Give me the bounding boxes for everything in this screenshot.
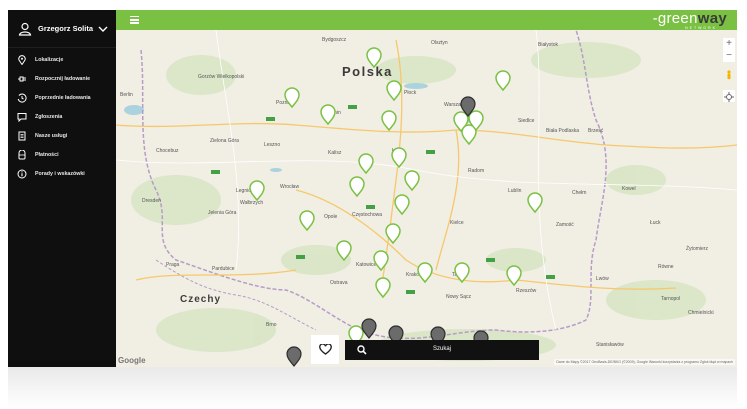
sidebar-item-services[interactable]: Nasze usługi [8, 126, 116, 145]
sidebar-item-label: Lokalizacje [35, 56, 64, 63]
station-marker[interactable] [417, 262, 433, 283]
search-bar[interactable]: Szukaj [345, 340, 539, 360]
chevron-down-icon[interactable] [98, 24, 108, 34]
station-marker[interactable] [249, 180, 265, 201]
station-marker[interactable] [404, 170, 420, 191]
sidebar-item-payments[interactable]: Płatności [8, 145, 116, 164]
station-marker[interactable] [495, 70, 511, 91]
station-marker[interactable] [299, 210, 315, 231]
station-marker-busy[interactable] [286, 346, 302, 367]
sidebar-menu: Lokalizacje Rozpocznij ładowanie Poprzed… [8, 48, 116, 183]
station-marker[interactable] [381, 110, 397, 131]
sidebar-item-label: Porady i wskazówki [35, 170, 85, 177]
plug-icon [18, 76, 26, 81]
history-icon [17, 93, 27, 103]
reflection [8, 367, 737, 409]
user-name: Grzegorz Solita [38, 24, 94, 33]
sidebar-item-history[interactable]: Poprzednie ładowania [8, 88, 116, 107]
crosshair-icon [724, 92, 734, 102]
zoom-in-button[interactable]: + [723, 38, 735, 50]
wallet-icon [18, 149, 26, 159]
app-window: Grzegorz Solita Lokalizacje Rozpocznij ł… [8, 10, 737, 367]
zoom-control: + − [723, 38, 735, 62]
user-menu[interactable]: Grzegorz Solita [8, 10, 116, 48]
sidebar-item-tips[interactable]: Porady i wskazówki [8, 164, 116, 183]
chat-icon [17, 112, 27, 122]
sidebar-item-label: Poprzednie ładowania [35, 94, 91, 101]
station-marker[interactable] [336, 240, 352, 261]
station-marker[interactable] [358, 153, 374, 174]
google-logo: Google [118, 356, 146, 365]
sidebar: Grzegorz Solita Lokalizacje Rozpocznij ł… [8, 10, 116, 367]
favorites-button[interactable] [311, 335, 339, 364]
sidebar-item-label: Rozpocznij ładowanie [35, 75, 91, 82]
sidebar-item-label: Zgłoszenia [35, 113, 63, 120]
zoom-out-button[interactable]: − [723, 50, 735, 62]
top-bar: -greenway NETWORK [116, 10, 737, 30]
greenway-logo: -greenway NETWORK [652, 10, 727, 30]
station-marker[interactable] [349, 176, 365, 197]
info-icon [17, 169, 27, 178]
station-marker[interactable] [366, 47, 382, 68]
sidebar-item-label: Nasze usługi [35, 132, 68, 139]
sidebar-item-start-charging[interactable]: Rozpocznij ładowanie [8, 69, 116, 88]
station-marker[interactable] [320, 104, 336, 125]
map-view[interactable]: -greenway NETWORK Bydgoszcz Olsztyn Biał… [116, 10, 737, 367]
my-location-button[interactable] [723, 90, 735, 102]
map-attribution[interactable]: Dane do Mapy ©2017 GeoBasis-DE/BKG (©200… [554, 359, 735, 365]
street-view-pegman-icon[interactable] [726, 70, 732, 80]
search-label: Szukaj [432, 346, 451, 352]
document-icon [18, 131, 26, 140]
sidebar-item-reports[interactable]: Zgłoszenia [8, 107, 116, 126]
station-marker[interactable] [284, 87, 300, 108]
station-marker[interactable] [386, 80, 402, 101]
station-marker[interactable] [373, 250, 389, 271]
station-marker[interactable] [394, 194, 410, 215]
map-pin-icon [18, 54, 26, 65]
sidebar-item-label: Płatności [35, 151, 59, 158]
station-marker[interactable] [375, 277, 391, 298]
station-marker[interactable] [454, 262, 470, 283]
sidebar-item-locations[interactable]: Lokalizacje [8, 50, 116, 69]
station-marker[interactable] [391, 147, 407, 168]
station-marker[interactable] [506, 265, 522, 286]
user-icon [18, 22, 32, 36]
hamburger-menu-icon[interactable] [130, 16, 139, 24]
station-markers [249, 47, 543, 367]
station-marker-busy[interactable] [361, 318, 377, 339]
station-marker[interactable] [385, 223, 401, 244]
station-marker[interactable] [527, 192, 543, 213]
heart-icon [318, 344, 332, 355]
